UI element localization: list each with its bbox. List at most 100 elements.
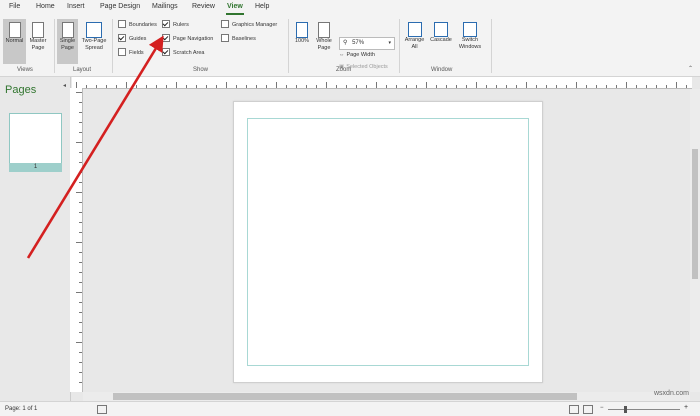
two-page-spread-button[interactable]: Two-Page Spread bbox=[79, 19, 109, 64]
menu-review[interactable]: Review bbox=[192, 3, 215, 10]
normal-view-button[interactable]: Normal bbox=[3, 19, 26, 64]
page-thumbnail-number: 1 bbox=[9, 163, 62, 172]
horizontal-scroll-thumb[interactable] bbox=[113, 393, 577, 400]
ruler-tick bbox=[76, 142, 82, 143]
ruler-tick bbox=[366, 85, 367, 88]
menu-view[interactable]: View bbox=[227, 3, 243, 10]
ruler-tick bbox=[79, 272, 82, 273]
ruler-tick bbox=[676, 82, 677, 88]
normal-view-status-icon[interactable] bbox=[569, 405, 579, 414]
document-icon bbox=[8, 22, 21, 38]
zoom-select[interactable]: ⚲ 57% ▾ bbox=[339, 37, 395, 50]
menu-insert[interactable]: Insert bbox=[67, 3, 85, 10]
ruler-tick bbox=[556, 85, 557, 88]
macro-icon[interactable] bbox=[97, 405, 107, 414]
fields-checkbox[interactable]: Fields bbox=[118, 47, 144, 58]
ruler-tick bbox=[576, 82, 577, 88]
checkbox-box bbox=[118, 19, 126, 28]
document-page[interactable] bbox=[233, 101, 543, 383]
ruler-tick bbox=[466, 85, 467, 88]
menu-help[interactable]: Help bbox=[255, 3, 269, 10]
horizontal-scrollbar[interactable] bbox=[83, 392, 690, 401]
page-navigation-checkbox[interactable]: Page Navigation bbox=[162, 33, 214, 44]
ruler-tick bbox=[606, 85, 607, 88]
page-width-label: Page Width bbox=[346, 52, 375, 58]
group-separator bbox=[112, 19, 113, 73]
page-width-button[interactable]: ⇔ Page Width bbox=[339, 50, 375, 60]
ruler-tick bbox=[216, 85, 217, 88]
ruler-tick bbox=[79, 182, 82, 183]
two-page-status-icon[interactable] bbox=[583, 405, 593, 414]
cascade-icon bbox=[434, 22, 448, 37]
ruler-tick bbox=[79, 322, 82, 323]
whole-page-icon bbox=[318, 22, 330, 38]
menu-file[interactable]: File bbox=[9, 3, 20, 10]
single-page-button[interactable]: Single Page bbox=[57, 19, 78, 64]
menu-home[interactable]: Home bbox=[36, 3, 55, 10]
switch-windows-button[interactable]: Switch Windows bbox=[455, 19, 485, 64]
menu-mailings[interactable]: Mailings bbox=[152, 3, 178, 10]
collapse-ribbon-icon[interactable]: ⌃ bbox=[688, 65, 693, 72]
guides-checkbox[interactable]: Guides bbox=[118, 33, 147, 44]
zoom-slider-thumb[interactable] bbox=[624, 406, 627, 413]
collapse-panel-icon[interactable]: ◂ bbox=[63, 82, 66, 89]
master-page-button[interactable]: Master Page bbox=[27, 19, 49, 64]
guides-label: Guides bbox=[129, 36, 147, 42]
vertical-scroll-thumb[interactable] bbox=[692, 149, 698, 279]
zoom-100-button[interactable]: 100% bbox=[292, 19, 312, 64]
ruler-tick bbox=[79, 102, 82, 103]
ruler-tick bbox=[286, 85, 287, 88]
ruler-tick bbox=[76, 92, 82, 93]
arrange-all-button[interactable]: Arrange All bbox=[402, 19, 427, 64]
ruler-tick bbox=[426, 82, 427, 88]
ruler-tick bbox=[206, 85, 207, 88]
ruler-tick bbox=[79, 302, 82, 303]
zoom-out-icon[interactable]: − bbox=[600, 405, 604, 411]
ruler-tick bbox=[79, 332, 82, 333]
ruler-tick bbox=[79, 362, 82, 363]
zoom-in-icon[interactable]: + bbox=[684, 404, 688, 411]
ruler-tick bbox=[586, 85, 587, 88]
ruler-tick bbox=[656, 85, 657, 88]
ruler-tick bbox=[126, 82, 127, 88]
ruler-tick bbox=[86, 85, 87, 88]
ruler-tick bbox=[386, 85, 387, 88]
horizontal-ruler[interactable] bbox=[72, 77, 692, 89]
whole-page-button[interactable]: Whole Page bbox=[313, 19, 335, 64]
boundaries-label: Boundaries bbox=[129, 22, 157, 28]
ruler-tick bbox=[96, 85, 97, 88]
ruler-tick bbox=[336, 85, 337, 88]
ruler-tick bbox=[79, 382, 82, 383]
ruler-tick bbox=[636, 85, 637, 88]
ruler-tick bbox=[79, 112, 82, 113]
rulers-checkbox[interactable]: Rulers bbox=[162, 19, 189, 30]
ruler-tick bbox=[436, 85, 437, 88]
ruler-tick bbox=[256, 85, 257, 88]
zoom-slider[interactable] bbox=[608, 409, 680, 410]
boundaries-checkbox[interactable]: Boundaries bbox=[118, 19, 157, 30]
layout-group-label: Layout bbox=[73, 67, 92, 73]
vertical-scrollbar[interactable] bbox=[690, 89, 700, 392]
pages-panel-title: Pages bbox=[5, 84, 37, 96]
page-thumbnail[interactable] bbox=[9, 113, 62, 165]
zoom-group-label: Zoom bbox=[336, 67, 352, 73]
scratch-area-checkbox[interactable]: Scratch Area bbox=[162, 47, 205, 58]
chevron-down-icon[interactable]: ▾ bbox=[388, 38, 391, 49]
cascade-button[interactable]: Cascade bbox=[428, 19, 454, 64]
menu-page-design[interactable]: Page Design bbox=[100, 3, 140, 10]
baselines-checkbox[interactable]: Baselines bbox=[221, 33, 256, 44]
ruler-tick bbox=[79, 262, 82, 263]
menu-bar: File Home Insert Page Design Mailings Re… bbox=[0, 0, 700, 17]
page-count-status: Page: 1 of 1 bbox=[5, 406, 38, 412]
pages-panel: Pages ◂ 1 bbox=[0, 77, 71, 401]
page-navigation-label: Page Navigation bbox=[173, 36, 214, 42]
canvas-area[interactable] bbox=[83, 89, 690, 392]
vertical-ruler[interactable] bbox=[70, 88, 83, 392]
graphics-manager-checkbox[interactable]: Graphics Manager bbox=[221, 19, 277, 30]
ruler-tick bbox=[79, 282, 82, 283]
ruler-tick bbox=[136, 85, 137, 88]
group-separator bbox=[54, 19, 55, 73]
ruler-tick bbox=[156, 85, 157, 88]
ruler-tick bbox=[79, 152, 82, 153]
ruler-tick bbox=[79, 312, 82, 313]
